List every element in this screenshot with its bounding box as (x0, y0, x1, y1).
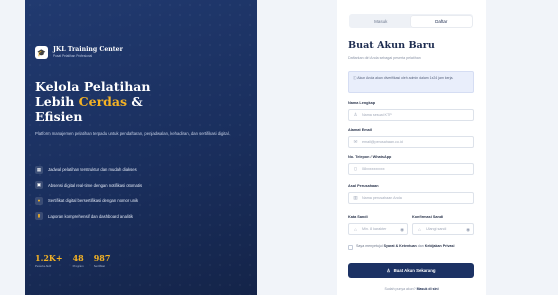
company-placeholder: Nama perusahaan Anda (362, 196, 402, 200)
terms-text: Saya menyetujui Syarat & Ketentuan dan K… (356, 244, 455, 250)
brand-subtitle: Pusat Pelatihan Profesional (53, 54, 93, 59)
terms-prefix: Saya menyetujui (356, 244, 384, 248)
stat-label: Sertifikat (93, 264, 105, 268)
form-subtitle: Daftarkan diri Anda sebagai peserta pela… (348, 56, 421, 60)
brand-name: JKL Training Center (53, 45, 123, 53)
email-label: Alamat Email (348, 128, 372, 132)
feature-list: ▦ Jadwal pelatihan terstruktur dan mudah… (35, 165, 142, 227)
info-icon: ⓘ (353, 75, 357, 80)
phone-icon: ▯ (354, 166, 357, 171)
mail-icon: ✉ (353, 139, 358, 144)
full-name-placeholder: Nama sesuai KTP (362, 113, 392, 117)
feature-text: Laporan komprehensif dan dashboard anali… (48, 213, 133, 219)
feature-item: ▮ Laporan komprehensif dan dashboard ana… (35, 212, 142, 221)
login-link[interactable]: Masuk di sini (417, 287, 439, 291)
hero-panel: 🎓 JKL Training Center Pusat Pelatihan Pr… (25, 0, 257, 295)
headline-line-2: Lebih Cerdas & (35, 94, 250, 109)
password-field[interactable]: ⌂ Min. 8 karakter ◉ (348, 223, 408, 235)
feature-item: ▣ Absensi digital real-time dengan notif… (35, 181, 142, 190)
submit-label: Buat Akun Sekarang (393, 268, 436, 273)
feature-text: Sertifikat digital bersertifikasi dengan… (48, 198, 139, 204)
feature-text: Jadwal pelatihan terstruktur dan mudah d… (48, 167, 137, 172)
email-field[interactable]: ✉ email@perusahaan.co.id (348, 136, 474, 148)
building-icon: ▥ (353, 195, 358, 200)
password-label: Kata Sandi (348, 215, 368, 219)
login-prompt-text: Sudah punya akun? (384, 287, 417, 291)
stat-label: Program (72, 264, 84, 268)
auth-tabs: Masuk Daftar (349, 14, 473, 28)
stat-label: Peserta Aktif (35, 264, 52, 268)
register-card: Masuk Daftar Buat Akun Baru Daftarkan di… (337, 0, 486, 295)
phone-field[interactable]: ▯ 08xxxxxxxxxx (348, 163, 474, 175)
feature-item: ● Sertifikat digital bersertifikasi deng… (35, 196, 142, 205)
terms-mid: dan (416, 244, 425, 248)
stat-value: 48 (72, 253, 84, 263)
stat-certificates: 987 Sertifikat (93, 253, 111, 269)
phone-label: No. Telepon / WhatsApp (348, 155, 392, 159)
email-placeholder: email@perusahaan.co.id (362, 140, 403, 144)
hero-headline: Kelola Pelatihan Lebih Cerdas & Efisien (35, 79, 250, 124)
graduation-cap-icon: 🎓 (35, 46, 48, 59)
privacy-link[interactable]: Kebijakan Privasi (425, 244, 455, 248)
headline-text: & (127, 94, 143, 109)
form-title: Buat Akun Baru (348, 40, 435, 51)
feature-text: Absensi digital real-time dengan notifik… (48, 182, 143, 188)
company-field[interactable]: ▥ Nama perusahaan Anda (348, 192, 474, 204)
confirm-password-placeholder: Ulangi sandi (426, 227, 447, 231)
certificate-icon: ● (35, 196, 43, 205)
stats: 1.2K+ Peserta Aktif 48 Program 987 Serti… (35, 253, 120, 269)
company-label: Asal Perusahaan (348, 184, 379, 188)
tab-login[interactable]: Masuk (351, 16, 412, 27)
qr-icon: ▣ (35, 181, 43, 190)
verification-alert: ⓘ Akun Anda akan diverifikasi oleh admin… (348, 71, 474, 93)
hero-lead: Platform manajemen pelatihan terpadu unt… (35, 131, 230, 136)
full-name-label: Nama Lengkap (348, 101, 376, 105)
lock-icon: ⌂ (418, 226, 421, 232)
password-placeholder: Min. 8 karakter (362, 227, 387, 231)
confirm-password-label: Konfirmasi Sandi (412, 215, 444, 219)
terms-checkbox[interactable] (348, 244, 353, 250)
confirm-password-field[interactable]: ⌂ Ulangi sandi ◉ (412, 223, 474, 235)
user-plus-icon: ♙ (386, 267, 391, 273)
alert-text: Akun Anda akan diverifikasi oleh admin d… (357, 75, 454, 80)
headline-line-3: Efisien (35, 109, 83, 124)
calendar-icon: ▦ (35, 165, 43, 174)
terms-link[interactable]: Syarat & Ketentuan (384, 244, 417, 248)
submit-button[interactable]: ♙ Buat Akun Sekarang (348, 263, 474, 278)
brand: 🎓 JKL Training Center Pusat Pelatihan Pr… (35, 46, 123, 59)
headline-accent: Cerdas (78, 94, 128, 109)
lock-icon: ⌂ (354, 226, 357, 232)
eye-icon[interactable]: ◉ (400, 227, 404, 233)
headline-text: Lebih (35, 94, 79, 109)
phone-placeholder: 08xxxxxxxxxx (362, 167, 385, 171)
bar-chart-icon: ▮ (35, 212, 43, 221)
terms-row: Saya menyetujui Syarat & Ketentuan dan K… (348, 244, 474, 250)
stat-value: 987 (93, 253, 111, 263)
user-icon: ♙ (353, 112, 358, 117)
full-name-field[interactable]: ♙ Nama sesuai KTP (348, 109, 474, 121)
login-prompt: Sudah punya akun? Masuk di sini (337, 287, 486, 291)
tab-register[interactable]: Daftar (411, 15, 472, 27)
stat-participants: 1.2K+ Peserta Aktif (35, 253, 63, 269)
eye-icon[interactable]: ◉ (466, 227, 470, 233)
feature-item: ▦ Jadwal pelatihan terstruktur dan mudah… (35, 165, 142, 174)
headline-line-1: Kelola Pelatihan (35, 79, 151, 94)
stat-value: 1.2K+ (35, 253, 63, 263)
stat-programs: 48 Program (72, 253, 84, 269)
